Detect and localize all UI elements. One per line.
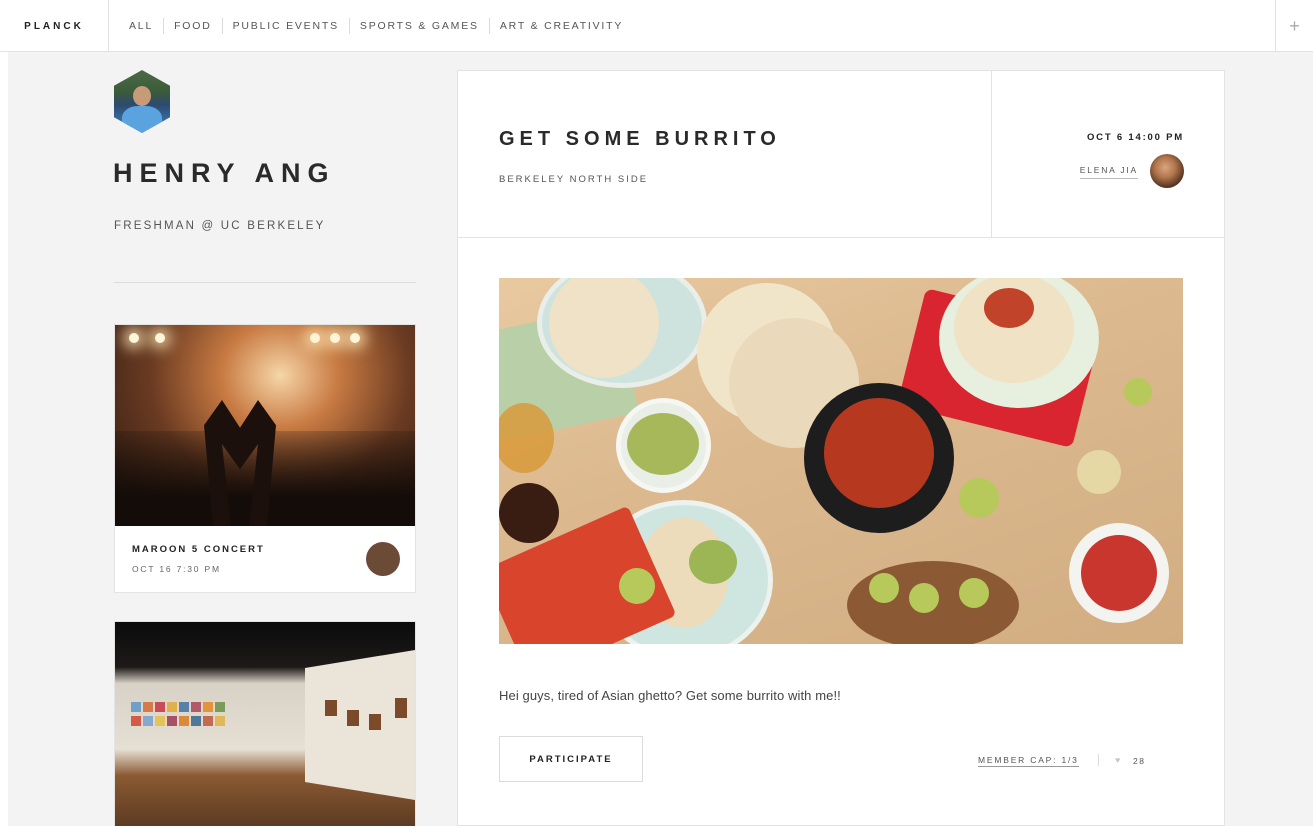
drink-glass <box>1077 450 1121 494</box>
post-datetime: OCT 6 14:00 PM <box>1086 132 1184 143</box>
brand-logo[interactable]: PLANCK <box>0 0 109 52</box>
heart-icon[interactable]: ♥ <box>1115 755 1120 765</box>
lime-wedge <box>909 583 939 613</box>
stage-light <box>129 333 139 343</box>
host-name-link[interactable]: ELENA JIA <box>1079 165 1138 179</box>
lime-wedge <box>869 573 899 603</box>
artwork-tile <box>155 716 165 726</box>
artwork-frame <box>325 700 337 716</box>
artwork-tile <box>191 702 201 712</box>
profile-divider <box>114 282 416 283</box>
salsa <box>1081 535 1157 611</box>
artwork-tile <box>215 702 225 712</box>
plus-icon: + <box>1289 15 1300 36</box>
guacamole <box>689 540 737 584</box>
participate-button[interactable]: PARTICIPATE <box>499 736 643 782</box>
post-location: BERKELEY NORTH SIDE <box>499 174 649 185</box>
left-edge-strip <box>0 52 8 826</box>
artwork-tile <box>131 702 141 712</box>
event-card[interactable]: MAROON 5 CONCERT OCT 16 7:30 PM <box>114 324 416 593</box>
profile-avatar[interactable] <box>114 70 170 133</box>
artwork-tile <box>179 702 189 712</box>
drink-glass <box>499 403 554 473</box>
event-card-date: OCT 16 7:30 PM <box>132 564 221 574</box>
artwork-tile <box>143 716 153 726</box>
artwork-tile <box>179 716 189 726</box>
event-card-meta: MAROON 5 CONCERT OCT 16 7:30 PM <box>132 544 265 574</box>
add-event-button[interactable]: + <box>1275 0 1313 52</box>
artwork-tile <box>155 702 165 712</box>
event-card-title: MAROON 5 CONCERT <box>132 544 265 555</box>
chicken <box>824 398 934 508</box>
artwork-tile <box>167 716 177 726</box>
post-description: Hei guys, tired of Asian ghetto? Get som… <box>499 688 841 703</box>
lime-wedge <box>959 578 989 608</box>
artwork-tile <box>167 702 177 712</box>
category-nav: ALL FOOD PUBLIC EVENTS SPORTS & GAMES AR… <box>119 0 633 52</box>
artwork-tile <box>131 716 141 726</box>
stage-light <box>310 333 320 343</box>
post-title: GET SOME BURRITO <box>499 128 781 150</box>
member-cap-link[interactable]: MEMBER CAP: 1/3 <box>978 755 1079 767</box>
profile-subtitle: FRESHMAN @ UC BERKELEY <box>114 220 326 232</box>
event-host-avatar[interactable] <box>366 542 400 576</box>
event-card-image <box>115 622 415 826</box>
event-post-panel: GET SOME BURRITO BERKELEY NORTH SIDE OCT… <box>457 70 1225 826</box>
nav-item-all[interactable]: ALL <box>119 18 165 34</box>
nav-item-sports-games[interactable]: SPORTS & GAMES <box>350 18 490 34</box>
nav-item-public-events[interactable]: PUBLIC EVENTS <box>223 18 350 34</box>
avatar-shirt <box>122 106 162 133</box>
nav-item-food[interactable]: FOOD <box>164 18 223 34</box>
post-header: GET SOME BURRITO BERKELEY NORTH SIDE OCT… <box>458 71 1224 238</box>
host-avatar[interactable] <box>1150 154 1184 188</box>
guacamole <box>627 413 699 475</box>
header-divider <box>991 71 992 237</box>
artwork-frame <box>395 698 407 718</box>
artwork-tile <box>191 716 201 726</box>
artwork-tile <box>143 702 153 712</box>
like-count: 28 <box>1133 756 1146 766</box>
artwork-tile <box>203 716 213 726</box>
stage-light <box>330 333 340 343</box>
gallery-wall <box>305 650 415 800</box>
artwork-frame <box>369 714 381 730</box>
top-navigation-bar: PLANCK ALL FOOD PUBLIC EVENTS SPORTS & G… <box>0 0 1313 52</box>
nav-item-art-creativity[interactable]: ART & CREATIVITY <box>490 18 633 34</box>
lime-wedge <box>619 568 655 604</box>
stage-light <box>155 333 165 343</box>
meta-divider <box>1098 754 1099 766</box>
stage-light <box>350 333 360 343</box>
profile-name: HENRY ANG <box>113 158 336 188</box>
artwork-frame <box>347 710 359 726</box>
filling <box>984 288 1034 328</box>
lime-wedge <box>1124 378 1152 406</box>
post-image <box>499 278 1183 644</box>
lime-wedge <box>959 478 999 518</box>
avatar-face <box>133 86 151 106</box>
artwork-tile <box>203 702 213 712</box>
event-card-image <box>115 325 415 526</box>
event-card[interactable] <box>114 621 416 826</box>
artwork-tile <box>215 716 225 726</box>
hot-sauce-bottle <box>499 483 559 543</box>
